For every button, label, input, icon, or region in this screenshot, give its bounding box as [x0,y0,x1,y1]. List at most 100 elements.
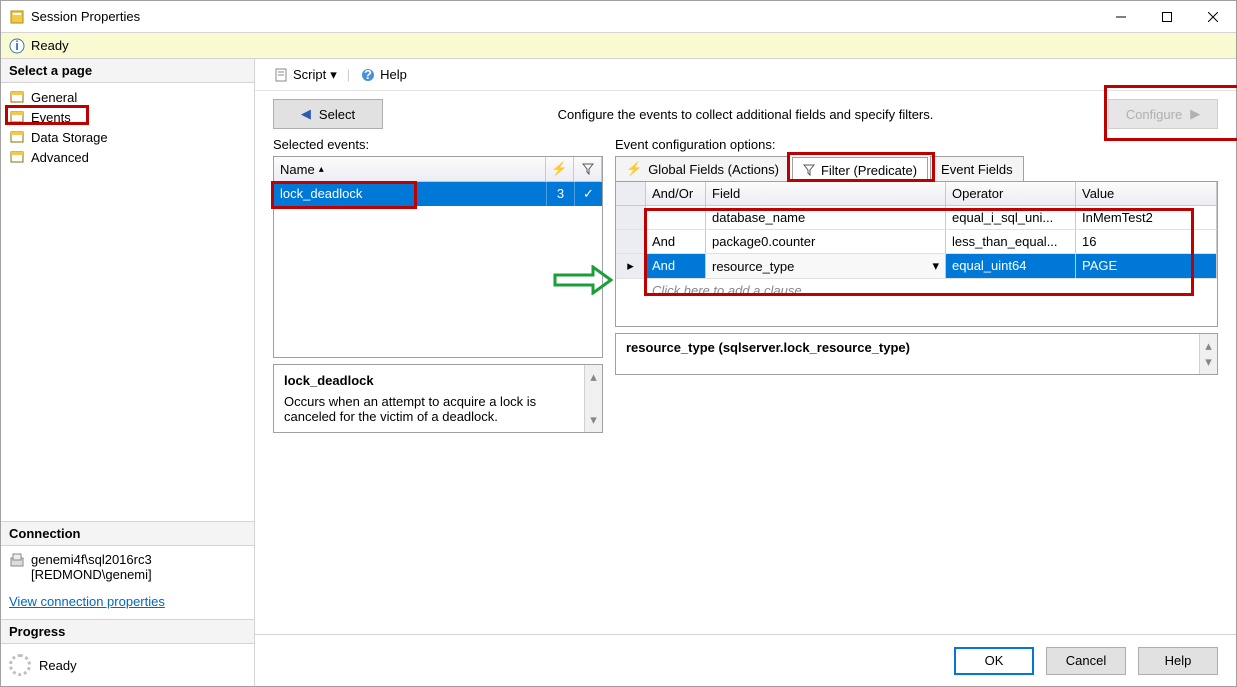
table-row[interactable]: And package0.counter less_than_equal... … [616,230,1217,254]
session-properties-window: Session Properties i Ready Select a page… [0,0,1237,687]
dialog-footer: OK Cancel Help [255,634,1236,686]
chevron-down-icon: ▾ [932,258,939,274]
connection-server: genemi4f\sql2016rc3 [31,552,152,567]
row-marker[interactable] [616,230,646,253]
configure-button[interactable]: Configure ▶ [1108,99,1218,129]
add-clause-row[interactable]: Click here to add a clause [616,279,1217,302]
help-button[interactable]: ? Help [354,65,413,85]
scroll-up-icon: ▴ [590,369,597,385]
col-header-value[interactable]: Value [1076,182,1217,205]
help-label: Help [380,67,407,82]
sidebar-item-advanced[interactable]: Advanced [1,147,254,167]
hint-text: Configure the events to collect addition… [395,107,1096,122]
info-icon: i [9,38,25,54]
event-description-box: lock_deadlock Occurs when an attempt to … [273,364,603,433]
scrollbar[interactable]: ▴ ▾ [584,365,602,432]
close-button[interactable] [1190,1,1236,33]
help-icon: ? [360,67,376,83]
page-icon [9,129,25,145]
titlebar: Session Properties [1,1,1236,33]
script-icon [273,67,289,83]
event-count: 3 [546,182,574,206]
connection-header: Connection [1,522,254,546]
col-header-andor[interactable]: And/Or [646,182,706,205]
script-label: Script [293,67,326,82]
connection-info: genemi4f\sql2016rc3 [REDMOND\genemi] [1,546,254,588]
cell-andor[interactable]: And [646,254,706,278]
table-row[interactable]: ▸ And resource_type ▾ equal_uint64 PAGE [616,254,1217,279]
desc-body: Occurs when an attempt to acquire a lock… [284,394,574,424]
sidebar-item-data-storage[interactable]: Data Storage [1,127,254,147]
script-button[interactable]: Script ▾ [267,65,343,85]
cell-andor[interactable]: And [646,230,706,253]
progress-spinner-icon [9,654,31,676]
tabs: ⚡ Global Fields (Actions) Filter (Predic… [615,156,1218,182]
sidebar-item-events[interactable]: Events [1,107,254,127]
maximize-button[interactable] [1144,1,1190,33]
progress-header: Progress [1,620,254,644]
select-page-header: Select a page [1,59,254,83]
app-icon [9,9,25,25]
view-connection-properties-link[interactable]: View connection properties [9,594,165,609]
left-pane: Select a page General Events Data Storag… [1,59,255,686]
col-header-field[interactable]: Field [706,182,946,205]
select-label: Select [319,107,355,122]
cell-operator[interactable]: equal_uint64 [946,254,1076,278]
page-label: General [31,90,77,105]
window-title: Session Properties [31,9,140,24]
sidebar-item-general[interactable]: General [1,87,254,107]
minimize-button[interactable] [1098,1,1144,33]
table-row[interactable]: database_name equal_i_sql_uni... InMemTe… [616,206,1217,230]
status-text: Ready [31,38,69,53]
configure-label: Configure [1126,107,1182,122]
server-icon [9,552,25,568]
funnel-icon [803,164,815,176]
arrow-right-icon: ▶ [1190,106,1200,122]
select-button[interactable]: ◀ Select [273,99,383,129]
help-button[interactable]: Help [1138,647,1218,675]
page-icon [9,149,25,165]
ok-button[interactable]: OK [954,647,1034,675]
sort-asc-icon: ▴ [319,164,324,175]
dropdown-arrow-icon: ▾ [330,67,337,83]
page-icon [9,109,25,125]
cell-field[interactable]: database_name [706,206,946,229]
tab-global-fields[interactable]: ⚡ Global Fields (Actions) [615,156,790,181]
config-options-label: Event configuration options: [615,135,1218,156]
arrow-left-icon: ◀ [301,106,311,122]
lightning-icon: ⚡ [626,161,642,177]
cell-operator[interactable]: less_than_equal... [946,230,1076,253]
svg-text:i: i [15,38,19,53]
cell-field-dropdown[interactable]: resource_type ▾ [706,254,946,278]
list-item[interactable]: lock_deadlock 3 ✓ [274,182,602,206]
page-label: Advanced [31,150,89,165]
predicate-info-text: resource_type (sqlserver.lock_resource_t… [616,334,1199,374]
cell-value[interactable]: PAGE [1076,254,1217,278]
row-marker[interactable] [616,206,646,229]
row-selector-header [616,182,646,205]
col-header-operator[interactable]: Operator [946,182,1076,205]
page-label: Data Storage [31,130,108,145]
selected-events-label: Selected events: [273,135,603,156]
connection-user: [REDMOND\genemi] [31,567,152,582]
cell-operator[interactable]: equal_i_sql_uni... [946,206,1076,229]
col-header-lightning-icon[interactable]: ⚡ [546,157,574,181]
col-header-name[interactable]: Name ▴ [274,157,546,181]
page-label: Events [31,110,71,125]
scroll-down-icon: ▾ [1205,354,1212,370]
event-name: lock_deadlock [274,182,546,206]
cell-field[interactable]: package0.counter [706,230,946,253]
predicate-info-box: resource_type (sqlserver.lock_resource_t… [615,333,1218,375]
page-icon [9,89,25,105]
cell-value[interactable]: 16 [1076,230,1217,253]
scroll-up-icon: ▴ [1205,338,1212,354]
cell-andor[interactable] [646,206,706,229]
cell-value[interactable]: InMemTest2 [1076,206,1217,229]
col-header-funnel-icon[interactable] [574,157,602,181]
tab-filter-predicate[interactable]: Filter (Predicate) [792,157,928,182]
scroll-down-icon: ▾ [590,412,597,428]
scrollbar[interactable]: ▴ ▾ [1199,334,1217,374]
tab-event-fields[interactable]: Event Fields [930,156,1024,181]
row-marker[interactable]: ▸ [616,254,646,278]
cancel-button[interactable]: Cancel [1046,647,1126,675]
